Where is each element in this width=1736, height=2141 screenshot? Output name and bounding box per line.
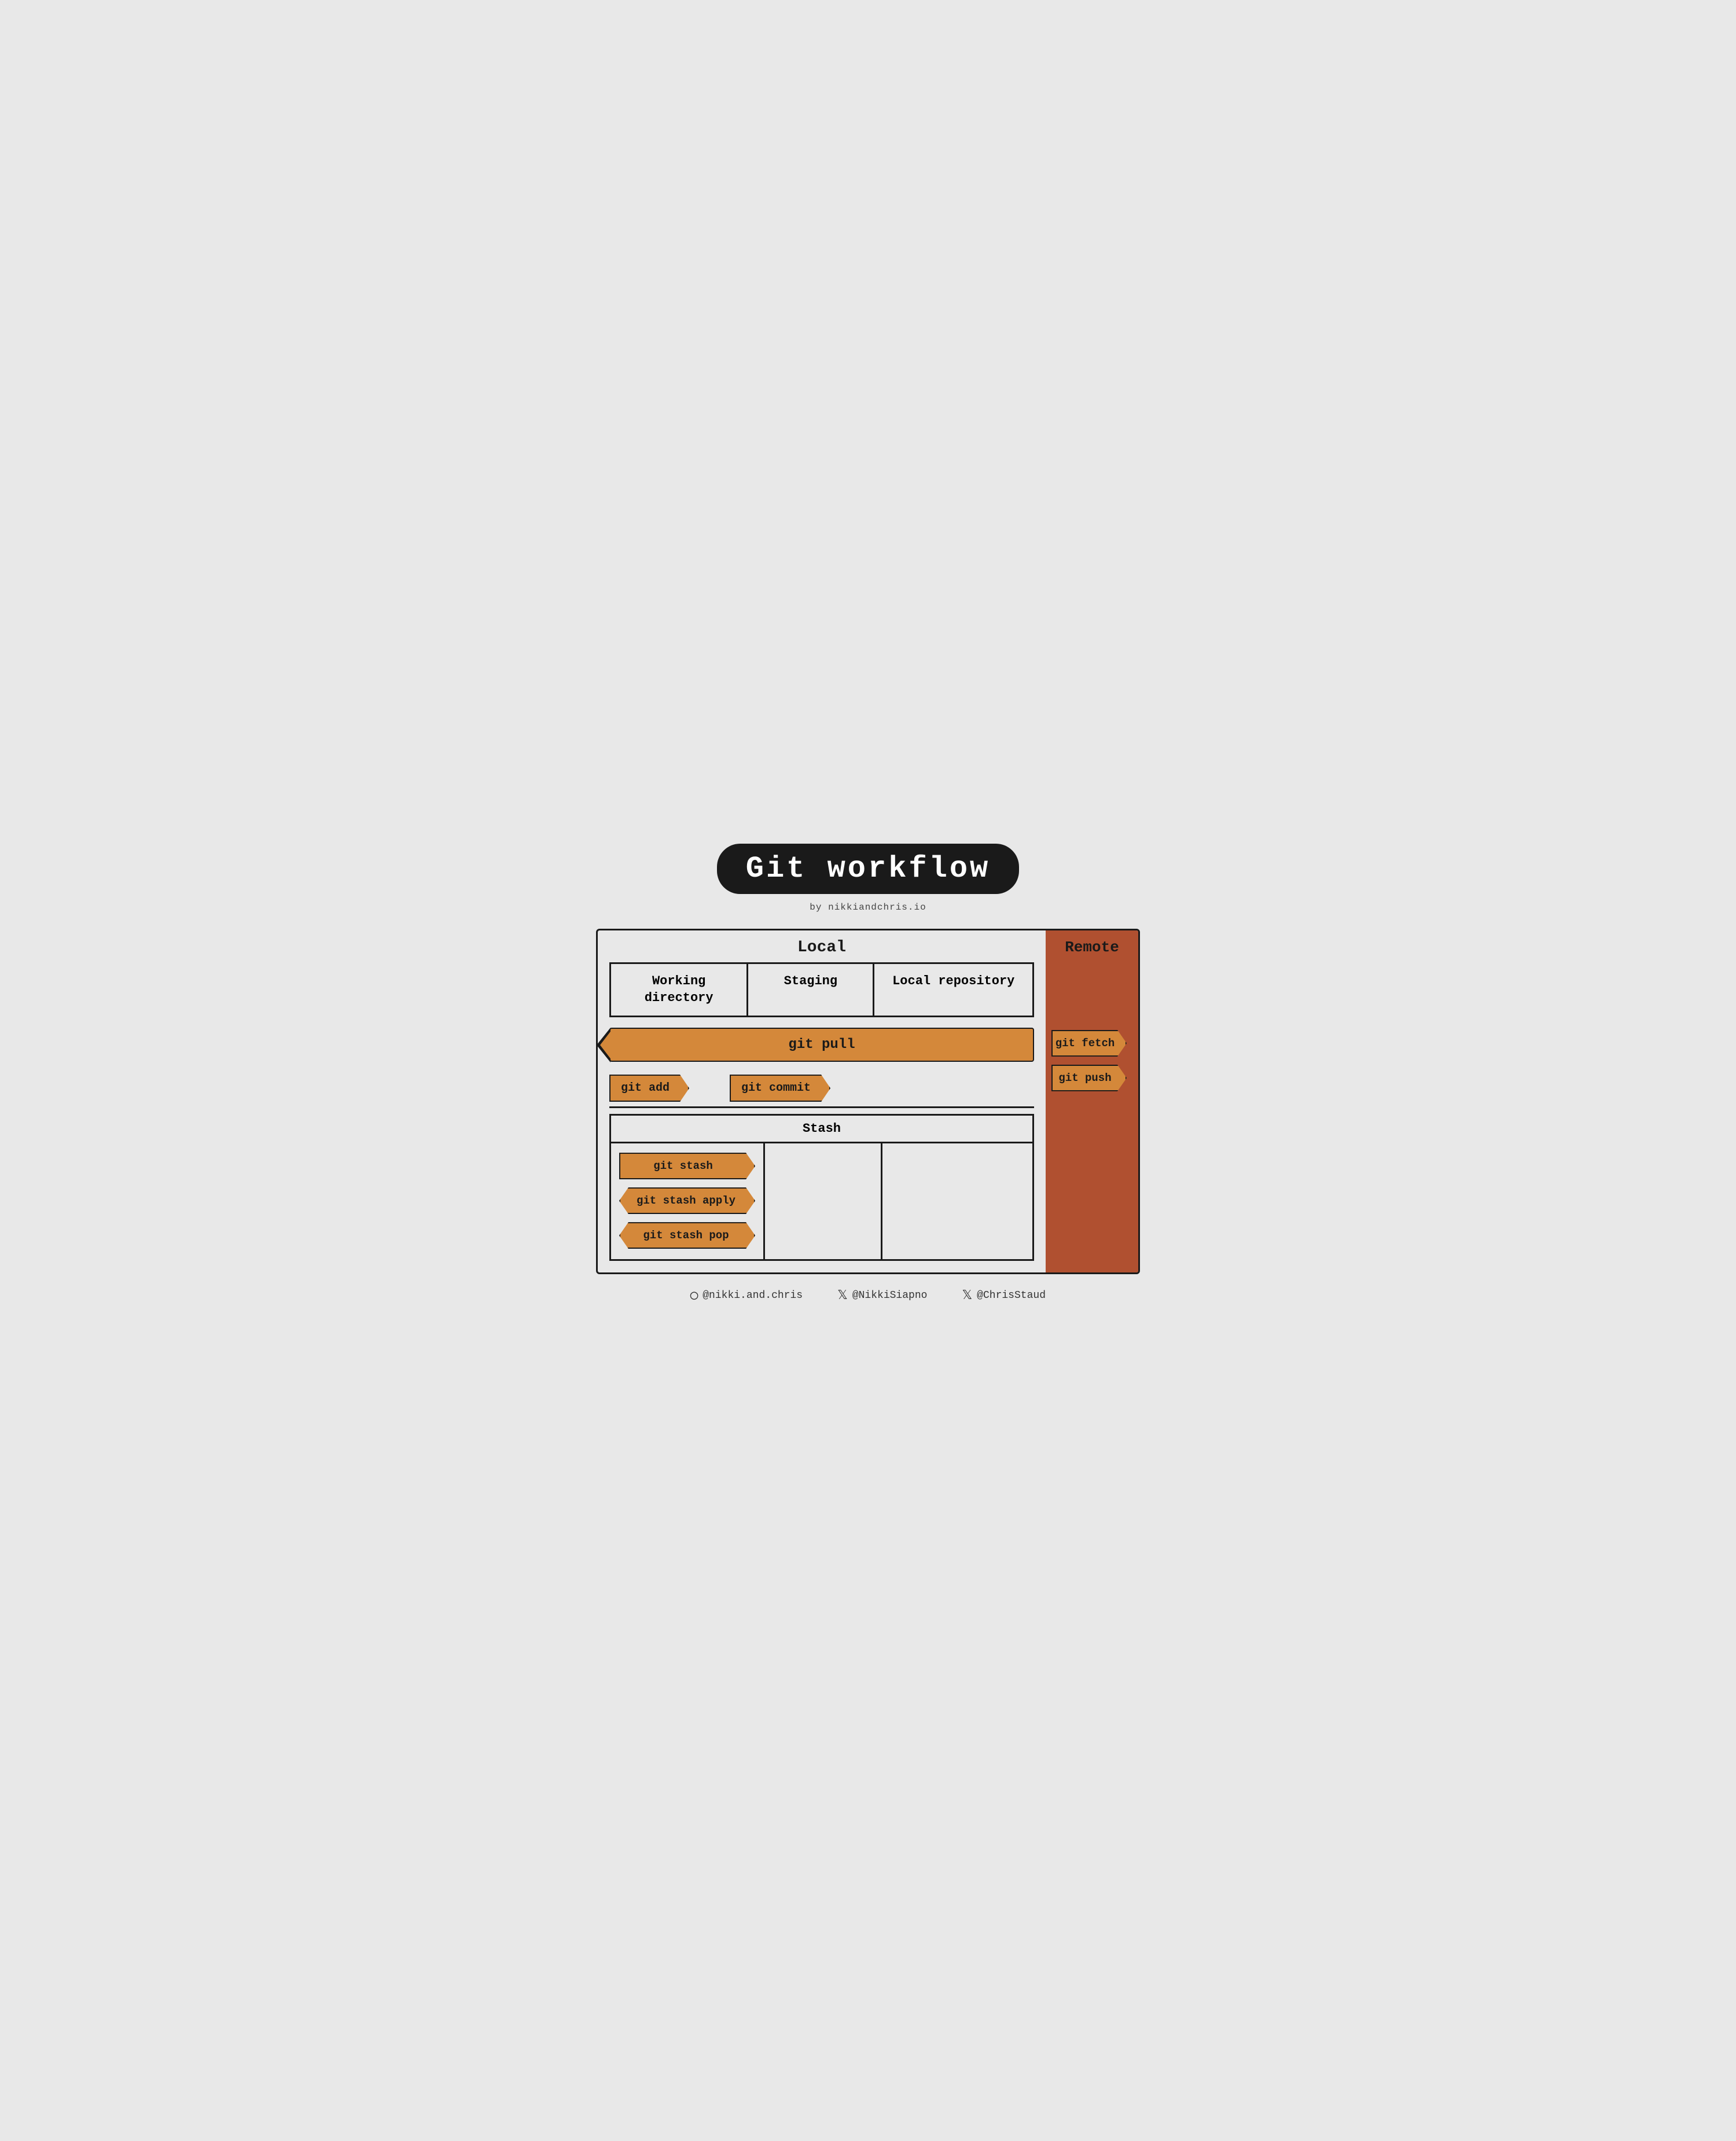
- instagram-handle: @nikki.and.chris: [703, 1290, 803, 1301]
- git-pull-label: git pull: [788, 1037, 855, 1053]
- twitter1-icon: 𝕏: [837, 1288, 848, 1303]
- local-repo-header: Local repository: [874, 964, 1032, 1016]
- git-pull-button[interactable]: git pull: [609, 1028, 1034, 1062]
- stash-localrepo-col: [882, 1143, 1032, 1259]
- stash-header: Stash: [611, 1116, 1032, 1143]
- instagram-icon: ◯: [690, 1288, 698, 1303]
- twitter1-handle: @NikkiSiapno: [852, 1290, 928, 1301]
- stash-section: Stash git stash git stash apply git stas…: [609, 1114, 1034, 1261]
- remote-commands: git fetch git push: [1046, 1030, 1138, 1091]
- subtitle: by nikkiandchris.io: [810, 902, 926, 913]
- local-section: Local Working directory Staging Local re…: [598, 930, 1046, 1272]
- bottom-spacer: [598, 1261, 1046, 1272]
- git-fetch-button[interactable]: git fetch: [1051, 1030, 1127, 1057]
- footer-twitter2: 𝕏 @ChrisStaud: [962, 1288, 1046, 1303]
- stash-staging-col: [765, 1143, 882, 1259]
- stash-body: git stash git stash apply git stash pop: [611, 1143, 1032, 1259]
- working-dir-header: Working directory: [611, 964, 748, 1016]
- git-stash-button[interactable]: git stash: [619, 1153, 755, 1179]
- git-stash-pop-button[interactable]: git stash pop: [619, 1222, 755, 1249]
- footer: ◯ @nikki.and.chris 𝕏 @NikkiSiapno 𝕏 @Chr…: [690, 1288, 1046, 1303]
- remote-section: Remote git fetch git push: [1046, 930, 1138, 1272]
- page: Git workflow by nikkiandchris.io Local W…: [579, 821, 1157, 1320]
- git-push-button[interactable]: git push: [1051, 1065, 1127, 1091]
- git-pull-row: git pull: [598, 1017, 1046, 1070]
- remote-header: Remote: [1065, 939, 1119, 956]
- add-commit-row: git add git commit: [598, 1070, 1046, 1106]
- git-stash-apply-button[interactable]: git stash apply: [619, 1187, 755, 1214]
- local-header: Local: [598, 930, 1046, 962]
- stash-working-col: git stash git stash apply git stash pop: [611, 1143, 765, 1259]
- main-diagram: Local Working directory Staging Local re…: [596, 929, 1140, 1274]
- title-badge: Git workflow: [717, 844, 1019, 894]
- git-add-button[interactable]: git add: [609, 1075, 689, 1102]
- git-commit-button[interactable]: git commit: [730, 1075, 830, 1102]
- footer-twitter1: 𝕏 @NikkiSiapno: [837, 1288, 927, 1303]
- diagram-inner: [609, 1106, 1034, 1108]
- twitter2-icon: 𝕏: [962, 1288, 972, 1303]
- twitter2-handle: @ChrisStaud: [977, 1290, 1046, 1301]
- column-headers: Working directory Staging Local reposito…: [609, 962, 1034, 1017]
- footer-instagram: ◯ @nikki.and.chris: [690, 1288, 803, 1303]
- page-title: Git workflow: [746, 852, 990, 886]
- staging-header: Staging: [748, 964, 874, 1016]
